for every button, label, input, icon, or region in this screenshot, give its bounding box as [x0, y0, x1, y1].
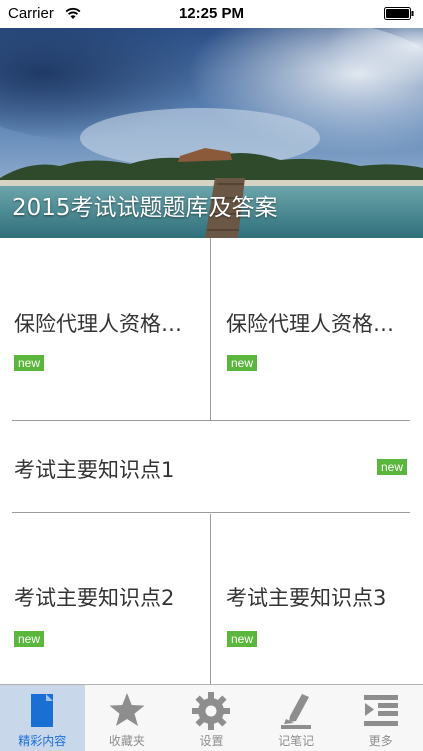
tab-label: 设置 — [199, 734, 224, 748]
tab-label: 精彩内容 — [18, 734, 67, 748]
tab-featured-content[interactable]: 精彩内容 — [0, 685, 85, 751]
battery-icon — [384, 7, 414, 20]
new-badge: new — [14, 631, 45, 647]
banner[interactable]: 2015考试试题题库及答案 — [0, 28, 423, 238]
new-badge: new — [377, 459, 408, 475]
card-title: 保险代理人资格考试 — [226, 312, 408, 336]
card-knowledge-point-1[interactable]: 考试主要知识点1 new — [0, 421, 423, 512]
card-title: 考试主要知识点3 — [226, 586, 387, 610]
card-knowledge-point-2[interactable]: 考试主要知识点2 new — [0, 513, 210, 684]
tab-bar: 精彩内容 收藏夹 设置 记笔记 更多 — [0, 684, 423, 751]
card-insurance-agent-1[interactable]: 保险代理人资格考试 new — [0, 238, 210, 420]
new-badge: new — [227, 631, 258, 647]
tab-label: 收藏夹 — [108, 734, 145, 748]
new-badge: new — [14, 355, 45, 371]
tab-notes[interactable]: 记笔记 — [254, 685, 339, 751]
card-title: 保险代理人资格考试 — [14, 312, 196, 336]
document-icon — [31, 694, 54, 727]
card-insurance-agent-2[interactable]: 保险代理人资格考试 new — [211, 238, 423, 420]
gear-icon — [192, 692, 231, 730]
tab-favorites[interactable]: 收藏夹 — [85, 685, 170, 751]
tab-more[interactable]: 更多 — [338, 685, 423, 751]
tab-settings[interactable]: 设置 — [169, 685, 254, 751]
star-icon — [109, 693, 145, 726]
tab-label: 更多 — [368, 734, 393, 748]
tab-label: 记笔记 — [278, 734, 315, 748]
status-bar: Carrier 12:25 PM — [0, 0, 423, 28]
card-title: 考试主要知识点1 — [14, 458, 175, 482]
banner-title: 2015考试试题题库及答案 — [12, 195, 278, 221]
more-list-icon — [363, 695, 398, 726]
new-badge: new — [227, 355, 258, 371]
content-grid: 保险代理人资格考试 new 保险代理人资格考试 new 考试主要知识点1 new… — [0, 238, 423, 684]
card-title: 考试主要知识点2 — [14, 586, 175, 610]
status-time: 12:25 PM — [178, 5, 245, 22]
card-knowledge-point-3[interactable]: 考试主要知识点3 new — [211, 513, 423, 684]
pencil-icon — [281, 694, 312, 729]
